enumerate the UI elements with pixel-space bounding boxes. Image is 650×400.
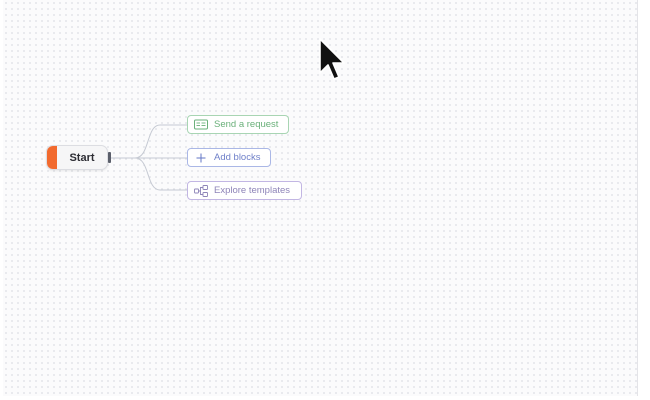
templates-icon bbox=[194, 184, 208, 197]
explore-templates-label: Explore templates bbox=[214, 185, 291, 196]
window-frame-bottom bbox=[0, 396, 650, 400]
mouse-pointer-icon bbox=[319, 38, 345, 80]
plus-icon bbox=[194, 152, 208, 164]
start-node-label: Start bbox=[69, 151, 95, 164]
send-request-button[interactable]: Send a request bbox=[187, 115, 289, 134]
add-blocks-label: Add blocks bbox=[214, 152, 261, 163]
start-node-accent bbox=[47, 146, 57, 169]
start-node[interactable]: Start bbox=[46, 145, 108, 170]
start-node-output-port[interactable] bbox=[108, 152, 111, 163]
explore-templates-button[interactable]: Explore templates bbox=[187, 181, 302, 200]
window-frame-right bbox=[638, 0, 650, 400]
add-blocks-button[interactable]: Add blocks bbox=[187, 148, 271, 167]
send-request-icon bbox=[194, 119, 208, 131]
send-request-label: Send a request bbox=[214, 119, 279, 130]
